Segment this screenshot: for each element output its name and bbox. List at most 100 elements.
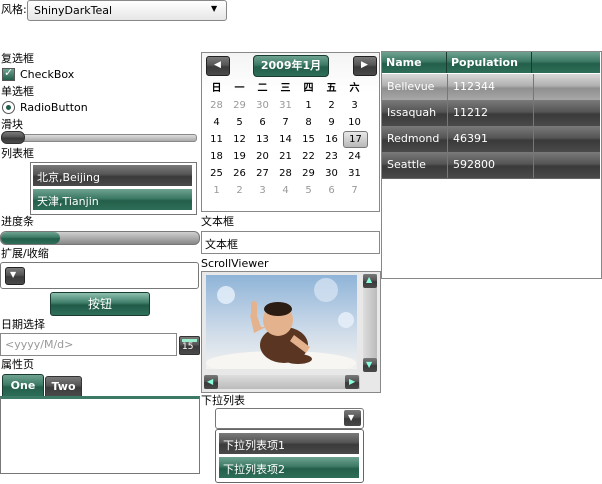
table-row[interactable]: Bellevue 112344: [382, 74, 600, 101]
expander: ▼: [0, 262, 199, 289]
calendar-prev-button[interactable]: ◀: [206, 56, 230, 76]
cell-population[interactable]: 592800: [448, 152, 534, 178]
list-item-label: 天津,Tianjin: [37, 195, 99, 208]
expander-toggle[interactable]: ▼: [5, 267, 25, 285]
calendar-title-button[interactable]: 2009年1月: [253, 55, 329, 77]
triangle-down-icon: ▼: [366, 360, 373, 369]
datepicker-input[interactable]: <yyyy/M/d>: [0, 333, 177, 356]
calendar-day[interactable]: 6: [251, 114, 274, 131]
calendar-day[interactable]: 28: [274, 165, 297, 182]
calendar-day[interactable]: 13: [251, 131, 274, 148]
horizontal-scrollbar[interactable]: [204, 375, 360, 389]
textbox-value: 文本框: [205, 238, 238, 251]
calendar-weekday: 一: [234, 83, 245, 94]
calendar-day[interactable]: 30: [251, 97, 274, 114]
calendar-day-selected[interactable]: 17: [343, 131, 368, 148]
calendar-day[interactable]: 15: [297, 131, 320, 148]
slider-track[interactable]: [1, 134, 197, 142]
calendar-day[interactable]: 3: [343, 97, 366, 114]
scroll-right-button[interactable]: ▶: [345, 375, 359, 389]
scroll-down-button[interactable]: ▼: [363, 358, 377, 372]
calendar-day[interactable]: 8: [297, 114, 320, 131]
textbox[interactable]: 文本框: [201, 231, 380, 254]
cell-name[interactable]: Bellevue: [382, 74, 448, 100]
list-item[interactable]: 北京,Beijing: [33, 165, 192, 186]
triangle-right-icon: ▶: [349, 377, 356, 386]
style-select-value: ShinyDarkTeal: [34, 4, 113, 17]
calendar-day[interactable]: 5: [228, 114, 251, 131]
calendar-day[interactable]: 28: [205, 97, 228, 114]
style-select[interactable]: ShinyDarkTeal ▼: [27, 0, 227, 21]
checkbox[interactable]: ✓: [2, 66, 15, 81]
calendar-day[interactable]: 12: [228, 131, 251, 148]
calendar-day[interactable]: 5: [297, 182, 320, 199]
slider-thumb[interactable]: [1, 131, 26, 144]
radio-label[interactable]: RadioButton: [20, 101, 88, 114]
calendar-day[interactable]: 3: [251, 182, 274, 199]
list-item-selected[interactable]: 天津,Tianjin: [33, 189, 192, 210]
calendar-day[interactable]: 4: [274, 182, 297, 199]
scroll-up-button[interactable]: ▲: [363, 274, 377, 288]
calendar-day[interactable]: 6: [320, 182, 343, 199]
radio-button[interactable]: [2, 101, 15, 114]
textbox-section-label: 文本框: [201, 215, 234, 228]
calendar-day[interactable]: 2: [228, 182, 251, 199]
triangle-left-icon: ◀: [207, 377, 214, 386]
checkbox-label[interactable]: CheckBox: [20, 68, 74, 81]
calendar-weekday: 三: [280, 83, 291, 94]
table-row[interactable]: Issaquah 11212: [382, 100, 600, 127]
calendar-day[interactable]: 23: [320, 148, 343, 165]
combobox-item-selected[interactable]: 下拉列表项2: [219, 457, 359, 478]
calendar-day[interactable]: 14: [274, 131, 297, 148]
calendar-day[interactable]: 16: [320, 131, 343, 148]
calendar-day[interactable]: 11: [205, 131, 228, 148]
cell-population[interactable]: 46391: [448, 126, 534, 152]
calendar-day[interactable]: 10: [343, 114, 366, 131]
calendar-day[interactable]: 31: [343, 165, 366, 182]
combobox[interactable]: ▼: [215, 408, 364, 429]
tab-two-label: Two: [51, 380, 76, 393]
vertical-scrollbar[interactable]: [363, 274, 377, 370]
calendar-day[interactable]: 7: [343, 182, 366, 199]
calendar-day[interactable]: 29: [228, 97, 251, 114]
cell-name[interactable]: Redmond: [382, 126, 448, 152]
table-row[interactable]: Redmond 46391: [382, 126, 600, 153]
cell-name[interactable]: Issaquah: [382, 100, 448, 126]
calendar-day[interactable]: 7: [274, 114, 297, 131]
cell-name[interactable]: Seattle: [382, 152, 448, 178]
cell-population[interactable]: 11212: [448, 100, 534, 126]
calendar-day[interactable]: 25: [205, 165, 228, 182]
calendar-day[interactable]: 1: [297, 97, 320, 114]
column-header-population[interactable]: Population: [447, 52, 532, 73]
cell-population[interactable]: 112344: [448, 74, 534, 100]
calendar-day[interactable]: 4: [205, 114, 228, 131]
table-row[interactable]: Seattle 592800: [382, 152, 600, 179]
calendar-day[interactable]: 20: [251, 148, 274, 165]
combobox-toggle[interactable]: ▼: [344, 410, 361, 426]
calendar-day[interactable]: 30: [320, 165, 343, 182]
tab-two[interactable]: Two: [45, 376, 82, 397]
calendar-day[interactable]: 18: [205, 148, 228, 165]
calendar-day[interactable]: 27: [251, 165, 274, 182]
tabs-section-label: 属性页: [1, 358, 34, 371]
calendar-next-button[interactable]: ▶: [353, 56, 377, 76]
main-button[interactable]: 按钮: [50, 292, 150, 316]
tab-one[interactable]: One: [2, 374, 44, 398]
column-header-name[interactable]: Name: [382, 52, 447, 73]
calendar-day[interactable]: 29: [297, 165, 320, 182]
calendar-day[interactable]: 2: [320, 97, 343, 114]
calendar-weekday: 四: [303, 83, 314, 94]
calendar-icon[interactable]: 15: [179, 336, 200, 355]
main-button-label: 按钮: [87, 297, 112, 311]
progress-fill: [1, 232, 61, 244]
calendar-day[interactable]: 9: [320, 114, 343, 131]
calendar-day[interactable]: 21: [274, 148, 297, 165]
calendar-day[interactable]: 26: [228, 165, 251, 182]
scroll-left-button[interactable]: ◀: [204, 375, 218, 389]
combobox-item[interactable]: 下拉列表项1: [219, 433, 359, 454]
calendar-day[interactable]: 31: [274, 97, 297, 114]
calendar-day[interactable]: 19: [228, 148, 251, 165]
calendar-day[interactable]: 22: [297, 148, 320, 165]
calendar-day[interactable]: 24: [343, 148, 366, 165]
calendar-day[interactable]: 1: [205, 182, 228, 199]
